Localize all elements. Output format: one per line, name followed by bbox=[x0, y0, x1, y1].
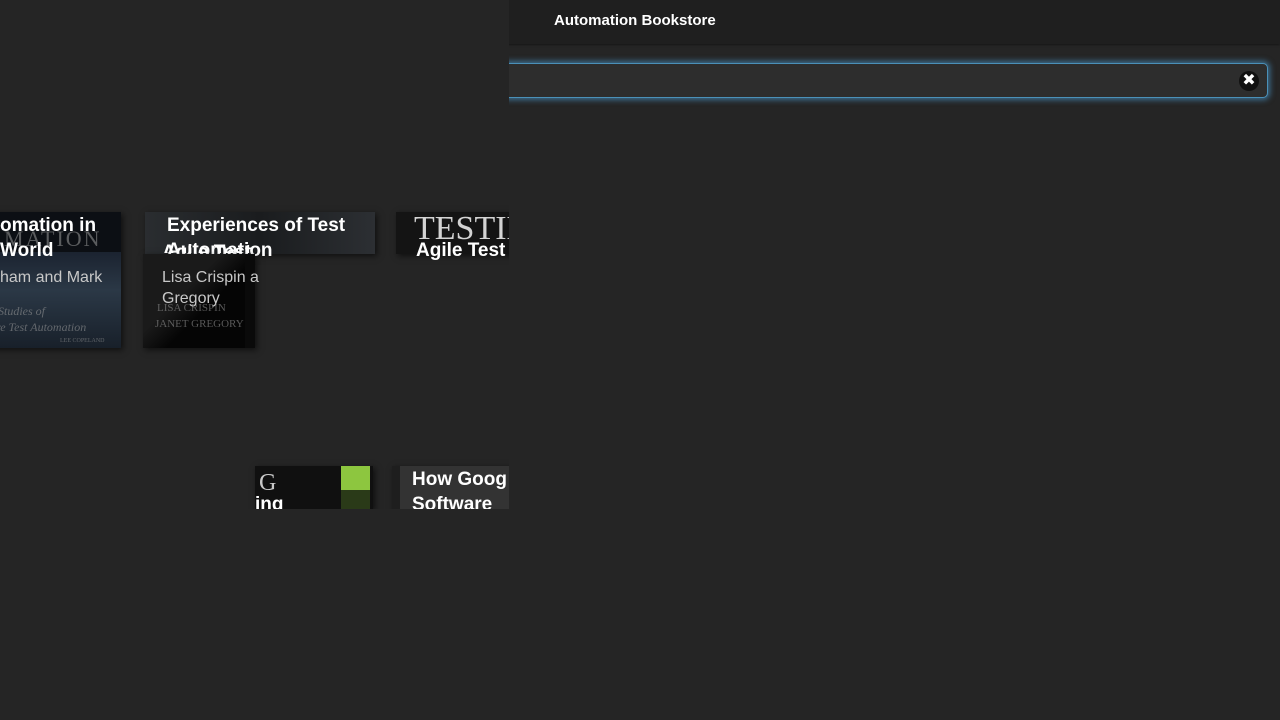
cover-text: Studies of bbox=[0, 304, 45, 318]
book-title: Software bbox=[412, 494, 493, 509]
book-title: Experiences of Test bbox=[167, 215, 346, 236]
green-accent bbox=[341, 466, 370, 490]
book-title: How Goog bbox=[412, 469, 507, 490]
book-author: ham and Mark bbox=[0, 269, 103, 286]
close-icon[interactable]: ✖ bbox=[1239, 71, 1259, 91]
app-title: Automation Bookstore bbox=[554, 12, 716, 29]
book-title: World bbox=[0, 240, 54, 261]
cover-text: re Test Automation bbox=[0, 320, 87, 334]
search-input[interactable] bbox=[479, 70, 1233, 94]
book-author: Gregory bbox=[162, 290, 220, 307]
book-title: Agile Test bbox=[416, 240, 506, 261]
cover-text: JANET GREGORY bbox=[155, 318, 244, 330]
book-list-panel: MATION Studies of re Test Automation LEE… bbox=[0, 0, 509, 509]
cover-text: LEE COPELAND bbox=[60, 338, 105, 344]
search-bar[interactable]: ✖ bbox=[470, 63, 1268, 98]
book-title: omation in bbox=[0, 215, 97, 236]
book-title: ing bbox=[255, 494, 284, 509]
book-author: Lisa Crispin a bbox=[162, 269, 259, 286]
